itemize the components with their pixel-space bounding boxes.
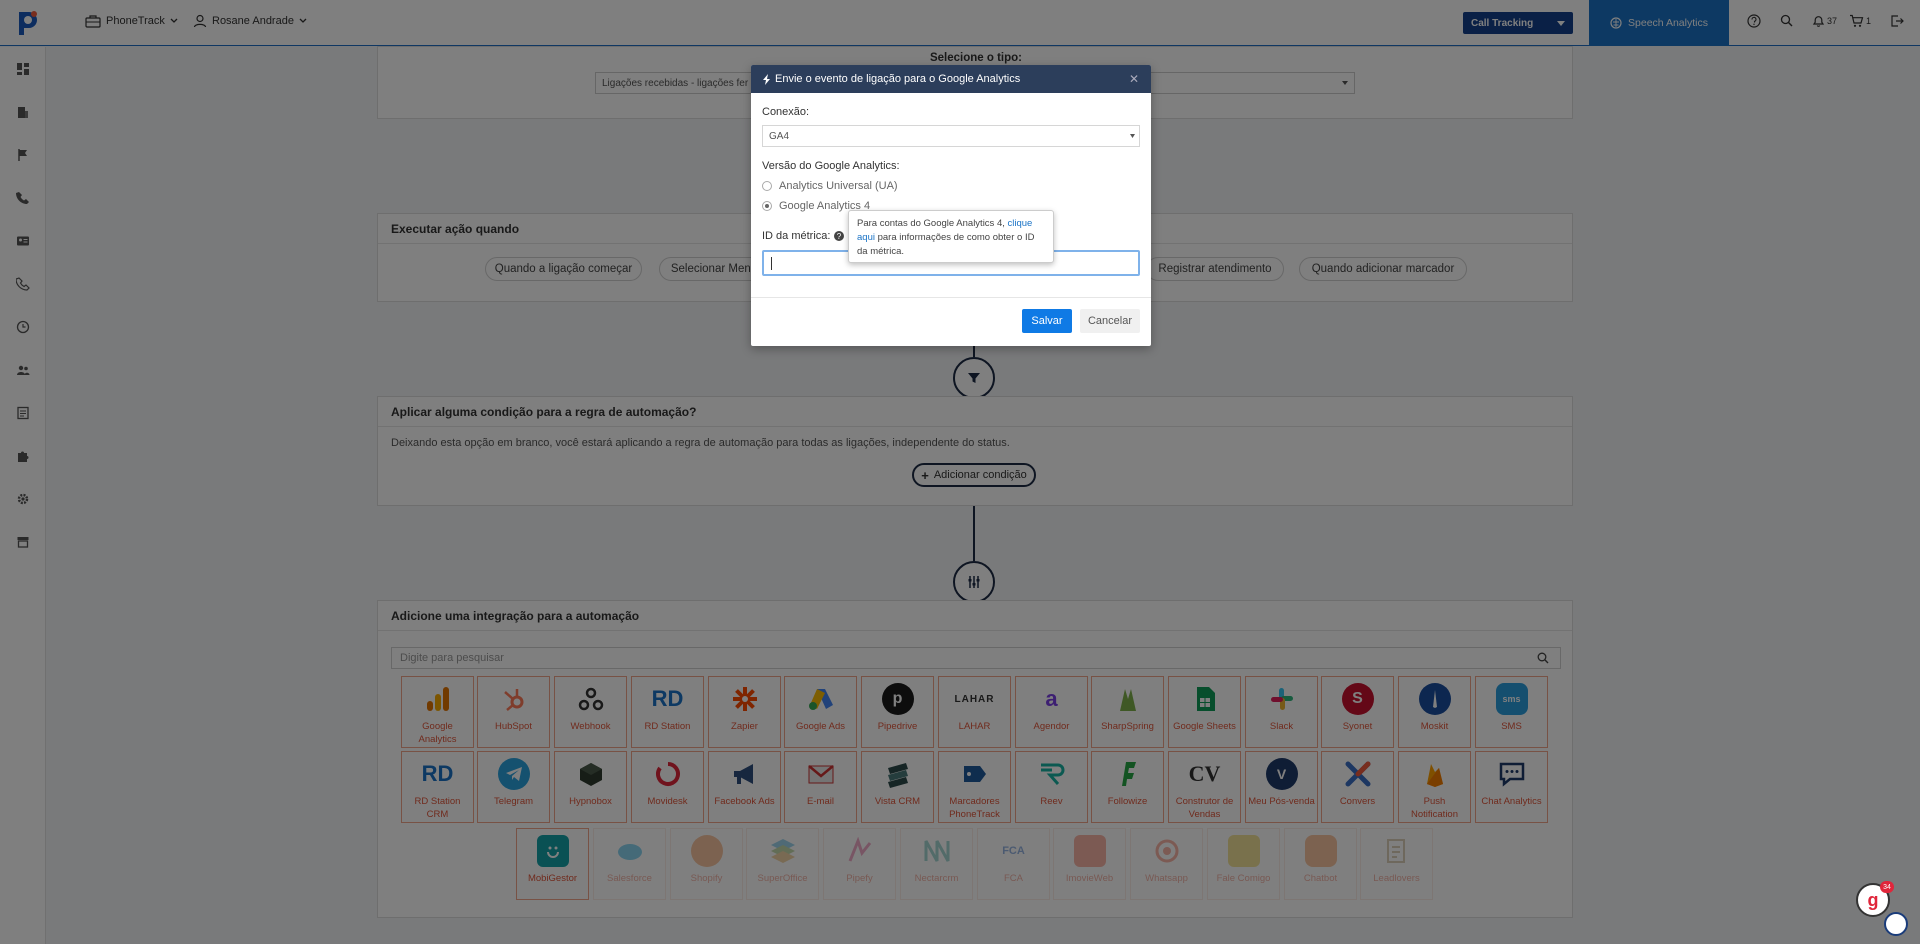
caret-down-icon xyxy=(1130,134,1135,138)
metric-label: ID da métrica: xyxy=(762,230,831,242)
connection-label: Conexão: xyxy=(762,106,810,118)
text-cursor xyxy=(771,257,772,270)
save-button[interactable]: Salvar xyxy=(1022,309,1072,333)
question-circle-icon[interactable]: ? xyxy=(834,231,845,241)
tooltip-text: para informações de como obter o ID da m… xyxy=(857,232,1035,257)
version-label: Versão do Google Analytics: xyxy=(762,160,900,172)
tooltip-text: Para contas do Google Analytics 4, xyxy=(857,218,1005,229)
chat-badge: 34 xyxy=(1880,881,1894,893)
metric-help-tooltip: Para contas do Google Analytics 4, cliqu… xyxy=(848,210,1054,263)
modal-title: Envie o evento de ligação para o Google … xyxy=(775,73,1021,85)
modal-header: Envie o evento de ligação para o Google … xyxy=(751,65,1151,93)
cancel-button[interactable]: Cancelar xyxy=(1080,309,1140,333)
lightning-icon xyxy=(763,73,770,85)
connection-value: GA4 xyxy=(769,130,790,142)
radio-button-selected[interactable] xyxy=(762,201,772,211)
svg-text:?: ? xyxy=(837,232,842,241)
google-analytics-modal: Envie o evento de ligação para o Google … xyxy=(751,65,1151,346)
radio-analytics-universal[interactable]: Analytics Universal (UA) xyxy=(762,180,898,192)
radio-button[interactable] xyxy=(762,181,772,191)
phonetrack-float-icon[interactable] xyxy=(1884,912,1908,936)
modal-divider xyxy=(751,297,1151,298)
connection-select[interactable]: GA4 xyxy=(762,125,1140,147)
close-icon[interactable]: ✕ xyxy=(1129,72,1139,86)
radio-label: Analytics Universal (UA) xyxy=(779,180,898,192)
metric-label-row: ID da métrica: ? xyxy=(762,230,845,242)
